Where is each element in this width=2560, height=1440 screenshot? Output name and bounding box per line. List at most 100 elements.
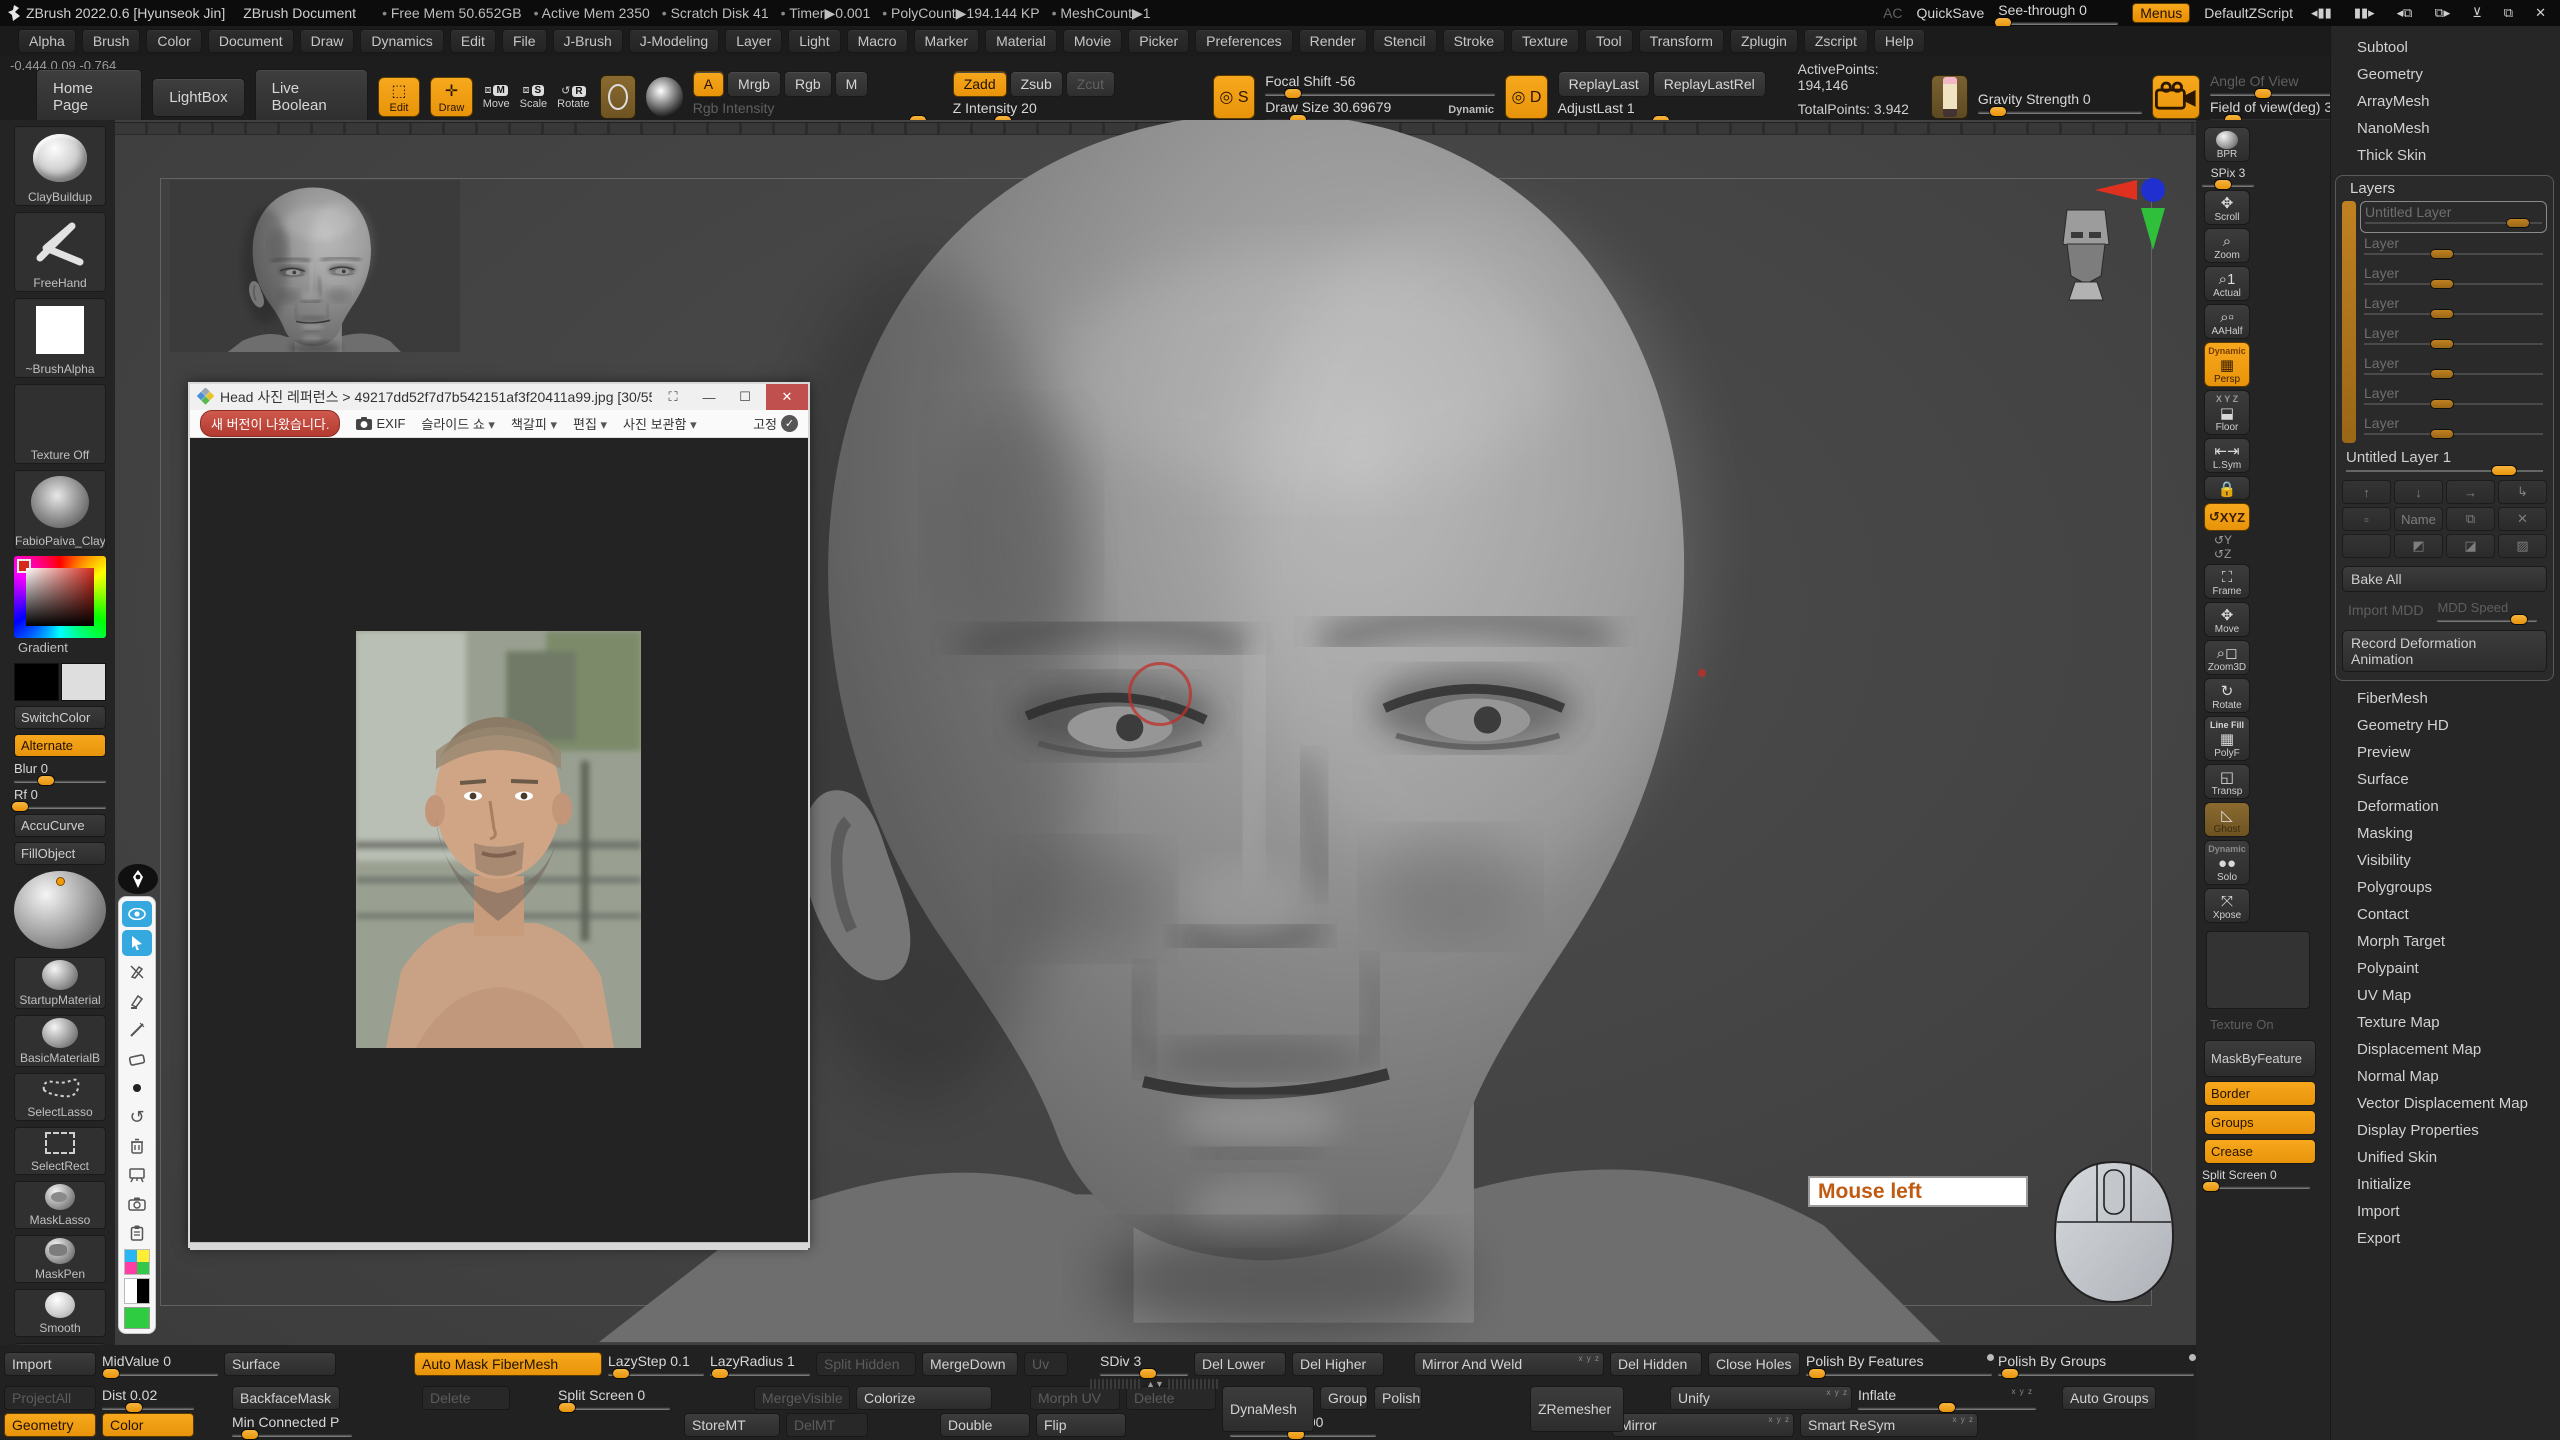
- document-canvas[interactable]: Head 사진 레퍼런스 > 49217dd52f7d7b542151af3f2…: [115, 120, 2196, 1345]
- saturation-value-square[interactable]: [26, 568, 94, 626]
- current-texture[interactable]: Texture Off: [14, 384, 106, 464]
- bottom-control[interactable]: MidValue 0: [102, 1352, 218, 1376]
- screenshot-button[interactable]: [122, 1191, 152, 1217]
- zcut-button[interactable]: Zcut: [1066, 71, 1115, 97]
- polyframe-button[interactable]: Line Fill ▦ PolyF: [2204, 716, 2250, 761]
- right-tray-toggle-icon[interactable]: ▮▮▸: [2350, 5, 2379, 21]
- bottom-control[interactable]: SDiv 3: [1100, 1352, 1188, 1376]
- draw-button[interactable]: ✛ Draw: [430, 77, 472, 117]
- highlighter-tool-button[interactable]: [122, 988, 152, 1014]
- edit-menu[interactable]: 편집: [573, 414, 607, 433]
- replay-last-rel-button[interactable]: ReplayLastRel: [1653, 71, 1766, 97]
- rf-slider[interactable]: Rf 0: [14, 787, 106, 809]
- current-tool-preview[interactable]: [14, 871, 106, 951]
- frame-button[interactable]: ⛶Frame: [2204, 564, 2250, 599]
- menu-item[interactable]: Edit: [450, 29, 496, 53]
- layer-row[interactable]: Layer: [2360, 233, 2547, 263]
- menu-item[interactable]: Marker: [914, 29, 980, 53]
- clipboard-button[interactable]: [122, 1220, 152, 1246]
- rotate-view-button[interactable]: ↻Rotate: [2204, 678, 2250, 713]
- bottom-control[interactable]: Colorize: [856, 1386, 992, 1410]
- texture-thumbnail[interactable]: [2206, 931, 2310, 1009]
- bottom-control[interactable]: Smart ReSym x y z: [1800, 1413, 1978, 1437]
- menu-item[interactable]: Picker: [1128, 29, 1189, 53]
- blur-slider[interactable]: Blur 0: [14, 761, 106, 783]
- bottom-control[interactable]: Polish: [1374, 1386, 1422, 1410]
- pin-button[interactable]: 고정 ✓: [753, 414, 798, 433]
- clear-all-button[interactable]: [122, 1133, 152, 1159]
- minimize-icon[interactable]: ⊻: [2468, 5, 2486, 21]
- split-screen-slider[interactable]: Split Screen 0: [2202, 1168, 2310, 1189]
- viewer-close-icon[interactable]: ✕: [766, 384, 808, 410]
- switchcolor-button[interactable]: SwitchColor: [14, 706, 106, 729]
- rotate-y-button[interactable]: ↺Y: [2214, 533, 2330, 547]
- ghost-button[interactable]: ◺Ghost: [2204, 802, 2250, 837]
- focal-shift-slider[interactable]: Focal Shift -56: [1265, 73, 1495, 96]
- mdd-speed-slider[interactable]: MDD Speed: [2437, 600, 2537, 622]
- menu-item[interactable]: Draw: [300, 29, 355, 53]
- menu-item[interactable]: Tool: [1585, 29, 1633, 53]
- menu-item[interactable]: Zplugin: [1730, 29, 1798, 53]
- layer-action-button[interactable]: ↓: [2394, 480, 2443, 504]
- bottom-control[interactable]: Auto Groups: [2062, 1386, 2156, 1410]
- color-palette-grid[interactable]: [124, 1249, 150, 1275]
- current-alpha[interactable]: ~BrushAlpha: [14, 298, 106, 378]
- menu-item[interactable]: File: [502, 29, 547, 53]
- tool-palette-item[interactable]: Geometry: [2331, 61, 2560, 88]
- anchor-button[interactable]: A: [693, 71, 724, 97]
- smooth-brush[interactable]: Smooth: [14, 1289, 106, 1337]
- select-rect-brush[interactable]: SelectRect: [14, 1127, 106, 1175]
- crease-button[interactable]: Crease: [2204, 1139, 2316, 1164]
- actual-button[interactable]: ⌕1Actual: [2204, 266, 2250, 301]
- tool-palette-item[interactable]: Preview: [2331, 739, 2560, 766]
- left-tray-toggle-icon[interactable]: ◂▮▮: [2307, 5, 2336, 21]
- bottom-control[interactable]: Min Connected P: [232, 1413, 352, 1437]
- draw-size-slider[interactable]: Draw Size 30.69679: [1265, 99, 1445, 122]
- bottom-control[interactable]: Groups: [1320, 1386, 1368, 1410]
- menu-item[interactable]: Dynamics: [360, 29, 443, 53]
- menu-item[interactable]: Alpha: [18, 29, 76, 53]
- material-picker-button[interactable]: [646, 77, 682, 117]
- tool-palette-item[interactable]: UV Map: [2331, 982, 2560, 1009]
- bottom-control[interactable]: Dist 0.02: [102, 1386, 194, 1410]
- bottom-control[interactable]: ZRemesher: [1530, 1386, 1624, 1432]
- select-lasso-brush[interactable]: SelectLasso: [14, 1073, 106, 1121]
- tool-palette-item[interactable]: Texture Map: [2331, 1009, 2560, 1036]
- layer-row[interactable]: Layer: [2360, 413, 2547, 443]
- layer-action-button[interactable]: ✕: [2498, 507, 2547, 531]
- tool-palette-item[interactable]: Display Properties: [2331, 1117, 2560, 1144]
- accucurve-button[interactable]: AccuCurve: [14, 814, 106, 837]
- transparency-button[interactable]: ◱Transp: [2204, 764, 2250, 799]
- spix-slider[interactable]: SPix 3: [2202, 166, 2254, 187]
- gravity-direction-widget[interactable]: [1931, 75, 1968, 119]
- menu-item[interactable]: Stencil: [1373, 29, 1437, 53]
- record-deformation-button[interactable]: Record Deformation Animation: [2342, 630, 2547, 672]
- bottom-control[interactable]: MergeDown: [922, 1352, 1018, 1376]
- layer-row[interactable]: Layer: [2360, 263, 2547, 293]
- scroll-button[interactable]: ✥Scroll: [2204, 190, 2250, 225]
- layer-action-button[interactable]: ▫: [2342, 507, 2391, 531]
- lock-camera-button[interactable]: 🔒: [2204, 476, 2250, 500]
- bottom-control[interactable]: ProjectAll: [4, 1386, 96, 1410]
- current-layer-slider[interactable]: Untitled Layer 1: [2342, 449, 2547, 472]
- tool-palette-item[interactable]: FiberMesh: [2331, 685, 2560, 712]
- tool-palette-item[interactable]: NanoMesh: [2331, 115, 2560, 142]
- next-doc-icon[interactable]: ⧉▸: [2430, 5, 2454, 21]
- bottom-control[interactable]: Polish By Groups: [1998, 1352, 2194, 1376]
- color-picker[interactable]: [14, 556, 106, 638]
- bottom-control[interactable]: Double: [940, 1413, 1030, 1437]
- bottom-control[interactable]: Inflate x y z: [1858, 1386, 2036, 1410]
- bottom-control[interactable]: LazyStep 0.1: [608, 1352, 704, 1376]
- menu-item[interactable]: Render: [1299, 29, 1367, 53]
- zsub-button[interactable]: Zsub: [1010, 71, 1063, 97]
- viewer-title-bar[interactable]: Head 사진 레퍼런스 > 49217dd52f7d7b542151af3f2…: [190, 384, 808, 410]
- viewer-content[interactable]: [190, 438, 808, 1242]
- bottom-control[interactable]: DelMT: [786, 1413, 868, 1437]
- layers-scrollbar[interactable]: [2342, 201, 2356, 443]
- see-through-slider[interactable]: See-through 0: [1998, 2, 2118, 25]
- menu-item[interactable]: Help: [1874, 29, 1925, 53]
- bottom-control[interactable]: StoreMT: [684, 1413, 780, 1437]
- layer-action-button[interactable]: →: [2446, 480, 2495, 504]
- lightbox-button[interactable]: LightBox: [152, 78, 244, 117]
- local-symmetry-button[interactable]: ⇤⇥L.Sym: [2204, 438, 2250, 473]
